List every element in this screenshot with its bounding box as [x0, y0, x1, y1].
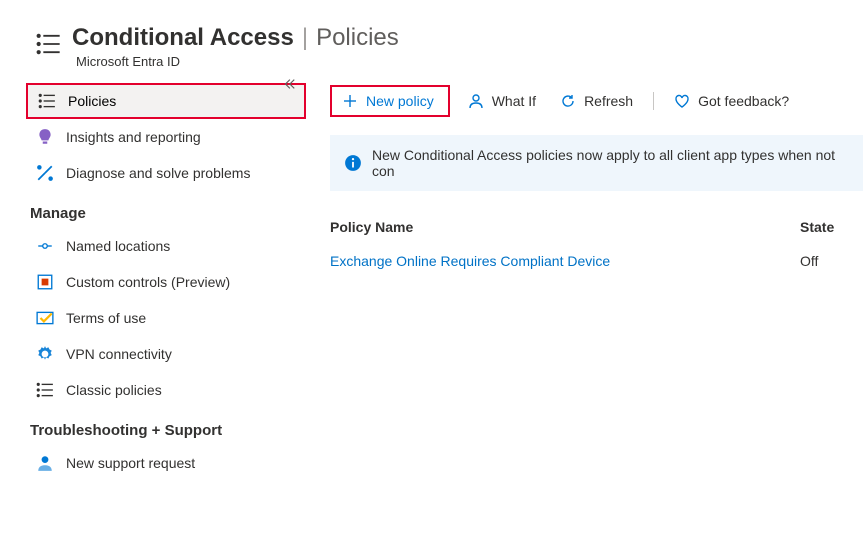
sidebar-item-label: Insights and reporting — [66, 129, 201, 145]
toolbar: New policy What If Refresh Got feedback? — [330, 83, 863, 119]
info-icon — [344, 154, 362, 172]
table-row[interactable]: Exchange Online Requires Compliant Devic… — [330, 241, 863, 281]
tools-icon — [36, 164, 54, 182]
support-person-icon — [36, 454, 54, 472]
collapse-sidebar-button[interactable] — [282, 77, 296, 91]
column-header-name[interactable]: Policy Name — [330, 219, 800, 235]
plus-icon — [342, 93, 358, 109]
sidebar-item-diagnose[interactable]: Diagnose and solve problems — [26, 155, 306, 191]
conditional-access-icon — [34, 30, 62, 58]
info-banner: New Conditional Access policies now appl… — [330, 135, 863, 191]
sidebar: Policies Insights and reporting Diagnose… — [0, 75, 306, 481]
checkmark-icon — [36, 309, 54, 327]
sidebar-item-label: Terms of use — [66, 310, 146, 326]
header-separator: | — [302, 24, 308, 52]
new-policy-button[interactable]: New policy — [330, 85, 450, 117]
sidebar-item-label: Custom controls (Preview) — [66, 274, 230, 290]
sidebar-item-insights[interactable]: Insights and reporting — [26, 119, 306, 155]
heart-icon — [674, 93, 690, 109]
toolbar-label: New policy — [366, 93, 434, 109]
refresh-button[interactable]: Refresh — [548, 85, 645, 117]
sidebar-item-vpn[interactable]: VPN connectivity — [26, 336, 306, 372]
sidebar-item-label: Classic policies — [66, 382, 162, 398]
list-icon — [36, 381, 54, 399]
column-header-state[interactable]: State — [800, 219, 863, 235]
refresh-icon — [560, 93, 576, 109]
header-title: Conditional Access — [72, 24, 294, 52]
info-banner-text: New Conditional Access policies now appl… — [372, 147, 849, 179]
what-if-button[interactable]: What If — [456, 85, 548, 117]
policies-table: Policy Name State Exchange Online Requir… — [330, 213, 863, 281]
toolbar-divider — [653, 92, 654, 110]
sidebar-section-support: Troubleshooting + Support — [26, 408, 306, 445]
controls-icon — [36, 273, 54, 291]
sidebar-item-label: VPN connectivity — [66, 346, 172, 362]
toolbar-label: Got feedback? — [698, 93, 789, 109]
gear-icon — [36, 345, 54, 363]
header-subtitle: Microsoft Entra ID — [76, 54, 399, 69]
sidebar-item-support-request[interactable]: New support request — [26, 445, 306, 481]
feedback-button[interactable]: Got feedback? — [662, 85, 801, 117]
sidebar-item-label: New support request — [66, 455, 195, 471]
sidebar-item-classic-policies[interactable]: Classic policies — [26, 372, 306, 408]
policy-state: Off — [800, 253, 863, 269]
sidebar-item-label: Policies — [68, 93, 116, 109]
sidebar-item-label: Diagnose and solve problems — [66, 165, 250, 181]
sidebar-item-custom-controls[interactable]: Custom controls (Preview) — [26, 264, 306, 300]
person-icon — [468, 93, 484, 109]
sidebar-item-policies[interactable]: Policies — [26, 83, 306, 119]
sidebar-item-label: Named locations — [66, 238, 170, 254]
header-page: Policies — [316, 24, 399, 52]
page-header: Conditional Access | Policies Microsoft … — [0, 0, 863, 75]
sidebar-item-named-locations[interactable]: Named locations — [26, 228, 306, 264]
lightbulb-icon — [36, 128, 54, 146]
toolbar-label: What If — [492, 93, 536, 109]
sidebar-item-terms-of-use[interactable]: Terms of use — [26, 300, 306, 336]
sidebar-section-manage: Manage — [26, 191, 306, 228]
list-icon — [38, 92, 56, 110]
location-icon — [36, 237, 54, 255]
toolbar-label: Refresh — [584, 93, 633, 109]
table-header: Policy Name State — [330, 213, 863, 241]
policy-name-link[interactable]: Exchange Online Requires Compliant Devic… — [330, 253, 800, 269]
main-content: New policy What If Refresh Got feedback? — [306, 75, 863, 481]
